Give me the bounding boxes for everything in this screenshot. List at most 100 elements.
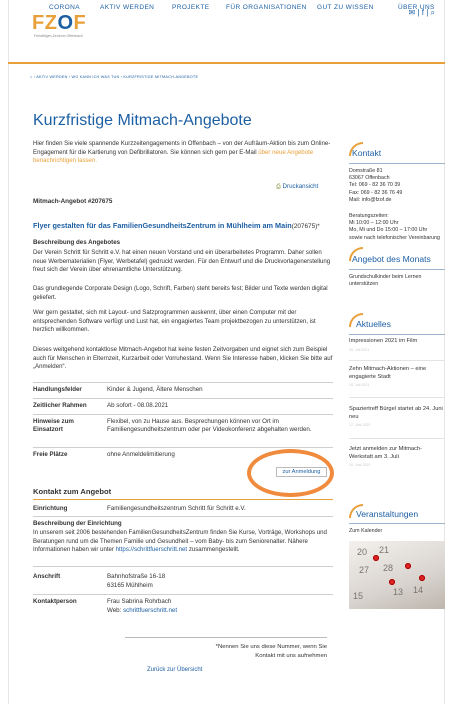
sidebar-contact-text: Domstraße 81 63067 Offenbach Tel: 069 - … <box>349 168 403 203</box>
calendar-day: 14 <box>413 585 424 595</box>
sidebar-divider <box>349 334 445 335</box>
news-date: 17. Juni 2021 <box>349 423 371 428</box>
intro-text: Hier finden Sie viele spannende Kurzzeit… <box>33 140 331 166</box>
description-paragraph-4: Dieses weitgehend kontaktlose Mitmach-An… <box>33 346 333 371</box>
sidebar-hours-text: Beratungszeiten: Mi 10:00 – 12:00 Uhr Mo… <box>349 213 440 241</box>
row-divider <box>33 516 333 517</box>
news-date: 15. Juli 2021 <box>349 383 370 388</box>
offer-title-text: Flyer gestalten für das FamilienGesundhe… <box>33 221 292 230</box>
institution-description-heading: Beschreibung der Einrichtung <box>33 520 122 527</box>
description-heading: Beschreibung des Angebotes <box>33 239 121 246</box>
calendar-link[interactable]: Zum Kalender <box>349 528 445 535</box>
back-to-overview-link[interactable]: Zurück zur Übersicht <box>147 667 202 673</box>
breadcrumb[interactable]: ⌂ › AKTIV WERDEN › WO KANN ICH WAS TUN ›… <box>30 75 198 79</box>
news-divider <box>349 360 445 361</box>
sidebar-divider <box>349 269 445 270</box>
page-title-wrap: Kurzfristige Mitmach-Angebote <box>33 112 333 130</box>
print-label: Druckansicht <box>282 183 319 190</box>
description-paragraph-2: Das grundlegende Corporate Design (Logo,… <box>33 285 328 301</box>
row-divider <box>33 566 333 567</box>
calendar-day: 27 <box>359 565 370 575</box>
row-label-freie-plaetze: Freie Plätze <box>33 451 68 458</box>
row-divider <box>33 447 333 448</box>
news-divider <box>349 438 445 439</box>
description-paragraph-1: Der Verein Schritt für Schritt e.V. hat … <box>33 249 331 274</box>
contact-web-link[interactable]: schrittfuerschritt.net <box>123 607 177 614</box>
footnote-divider <box>125 637 327 638</box>
news-item[interactable]: Impressionen 2021 im Film 20. Juli 2021 <box>349 338 445 352</box>
calendar-day: 28 <box>383 563 394 573</box>
row-value-einsatzort: Flexibel, von zu Hause aus. Besprechunge… <box>107 418 312 434</box>
row-value-zeitlicher-rahmen: Ab sofort - 08.08.2021 <box>107 402 169 409</box>
calendar-day: 21 <box>379 545 390 555</box>
institution-description-end: zusammengestellt. <box>187 546 240 554</box>
calendar-pin-icon <box>419 575 425 581</box>
sidebar-news-heading: Aktuelles <box>356 319 391 329</box>
address-label: Anschrift <box>33 573 61 580</box>
row-label-zeitlicher-rahmen: Zeitlicher Rahmen <box>33 402 87 409</box>
news-item[interactable]: Jetzt anmelden zur Mitmach-Werkstatt am … <box>349 446 445 467</box>
row-label-handlungsfelder: Handlungsfelder <box>33 386 82 393</box>
sidebar-month-text[interactable]: Grundschulkinder beim Lernen unterstütze… <box>349 274 445 288</box>
news-divider <box>349 397 445 398</box>
news-date: 20. Juli 2021 <box>349 347 370 352</box>
contact-heading: Kontakt zum Angebot <box>33 487 112 496</box>
contact-divider <box>33 499 333 500</box>
institution-website-link[interactable]: https://schrittfuerschritt.net <box>116 546 187 553</box>
sidebar-events-heading: Veranstaltungen <box>356 509 419 519</box>
row-value-freie-plaetze: ohne Anmeldelimitierung <box>107 451 175 458</box>
contact-person-label: Kontaktperson <box>33 598 77 605</box>
institution-description: In unserem seit 2006 bestehenden Familie… <box>33 529 333 555</box>
page-title: Kurzfristige Mitmach-Angebote <box>33 112 252 129</box>
news-title: Zehn Mitmach-Aktionen – eine engagierte … <box>349 366 427 380</box>
sidebar-month-heading[interactable]: Angebot des Monats <box>352 254 431 264</box>
logo-text: FZOF <box>32 12 87 34</box>
calendar-image[interactable]: 20 21 27 28 13 14 15 <box>349 541 445 609</box>
register-button[interactable]: zur Anmeldung <box>276 467 327 477</box>
sidebar-divider <box>349 523 445 524</box>
calendar-pin-icon <box>389 579 395 585</box>
calendar-day: 20 <box>357 547 368 557</box>
calendar-day: 15 <box>353 591 364 601</box>
calendar-day: 13 <box>393 587 404 597</box>
nav-item-ueber-uns[interactable]: ÜBER UNS <box>398 4 435 11</box>
contact-value-einrichtung: Familiengesundheitszentrum Schritt für S… <box>107 505 246 512</box>
row-divider <box>33 382 333 383</box>
fzof-logo[interactable]: FZOF Freiwilligen-Zentrum Offenbach <box>30 8 90 44</box>
print-icon: ⎙ <box>276 184 281 190</box>
sidebar-divider <box>349 163 445 164</box>
row-divider <box>33 414 333 415</box>
contact-person-web: Web: schrittfuerschritt.net <box>107 607 322 615</box>
row-divider <box>33 398 333 399</box>
sidebar-contact-heading: Kontakt <box>352 148 382 158</box>
nav-item-gut-zu-wissen[interactable]: GUT ZU WISSEN <box>317 4 374 11</box>
address-line-2: 63165 Mühlheim <box>107 582 153 589</box>
row-divider <box>33 594 333 595</box>
news-title: Jetzt anmelden zur Mitmach-Werkstatt am … <box>349 446 423 460</box>
footnote: *Nennen Sie uns diese Nummer, wenn Sie K… <box>215 644 327 659</box>
description-paragraph-3: Wer gern gestaltet, sich mit Layout- und… <box>33 309 316 334</box>
news-title: Spaziertreff Bürgel startet ab 24. Juni … <box>349 406 443 420</box>
nav-item-aktiv-werden[interactable]: AKTIV WERDEN <box>100 4 154 11</box>
offer-title: Flyer gestalten für das FamilienGesundhe… <box>33 221 320 230</box>
news-item[interactable]: Spaziertreff Bürgel startet ab 24. Juni … <box>349 406 445 427</box>
offer-title-number: (207675)* <box>291 223 320 230</box>
contact-person-name: Frau Sabrina Rohrbach <box>107 598 172 605</box>
print-link[interactable]: ⎙ Druckansicht <box>276 183 318 191</box>
address-line-1: Bahnhofstraße 16-18 <box>107 573 166 580</box>
row-value-handlungsfelder: Kinder & Jugend, Ältere Menschen <box>107 386 203 393</box>
news-date: 10. Juni 2021 <box>349 463 371 468</box>
contact-label-einrichtung: Einrichtung <box>33 505 68 512</box>
news-item[interactable]: Zehn Mitmach-Aktionen – eine engagierte … <box>349 366 445 387</box>
news-title: Impressionen 2021 im Film <box>349 338 418 344</box>
nav-divider <box>8 62 445 64</box>
offer-id: Mitmach-Angebot #207675 <box>33 198 113 205</box>
calendar-pin-icon <box>405 563 411 569</box>
nav-item-corona[interactable]: CORONA <box>49 4 80 11</box>
logo-tagline: Freiwilligen-Zentrum Offenbach <box>34 34 83 38</box>
web-prefix: Web: <box>107 607 124 614</box>
nav-item-projekte[interactable]: PROJEKTE <box>172 4 210 11</box>
row-label-einsatzort: Hinweise zum Einsatzort <box>33 418 74 434</box>
nav-item-fuer-organisationen[interactable]: FÜR ORGANISATIONEN <box>226 4 307 11</box>
calendar-pin-icon <box>373 555 379 561</box>
